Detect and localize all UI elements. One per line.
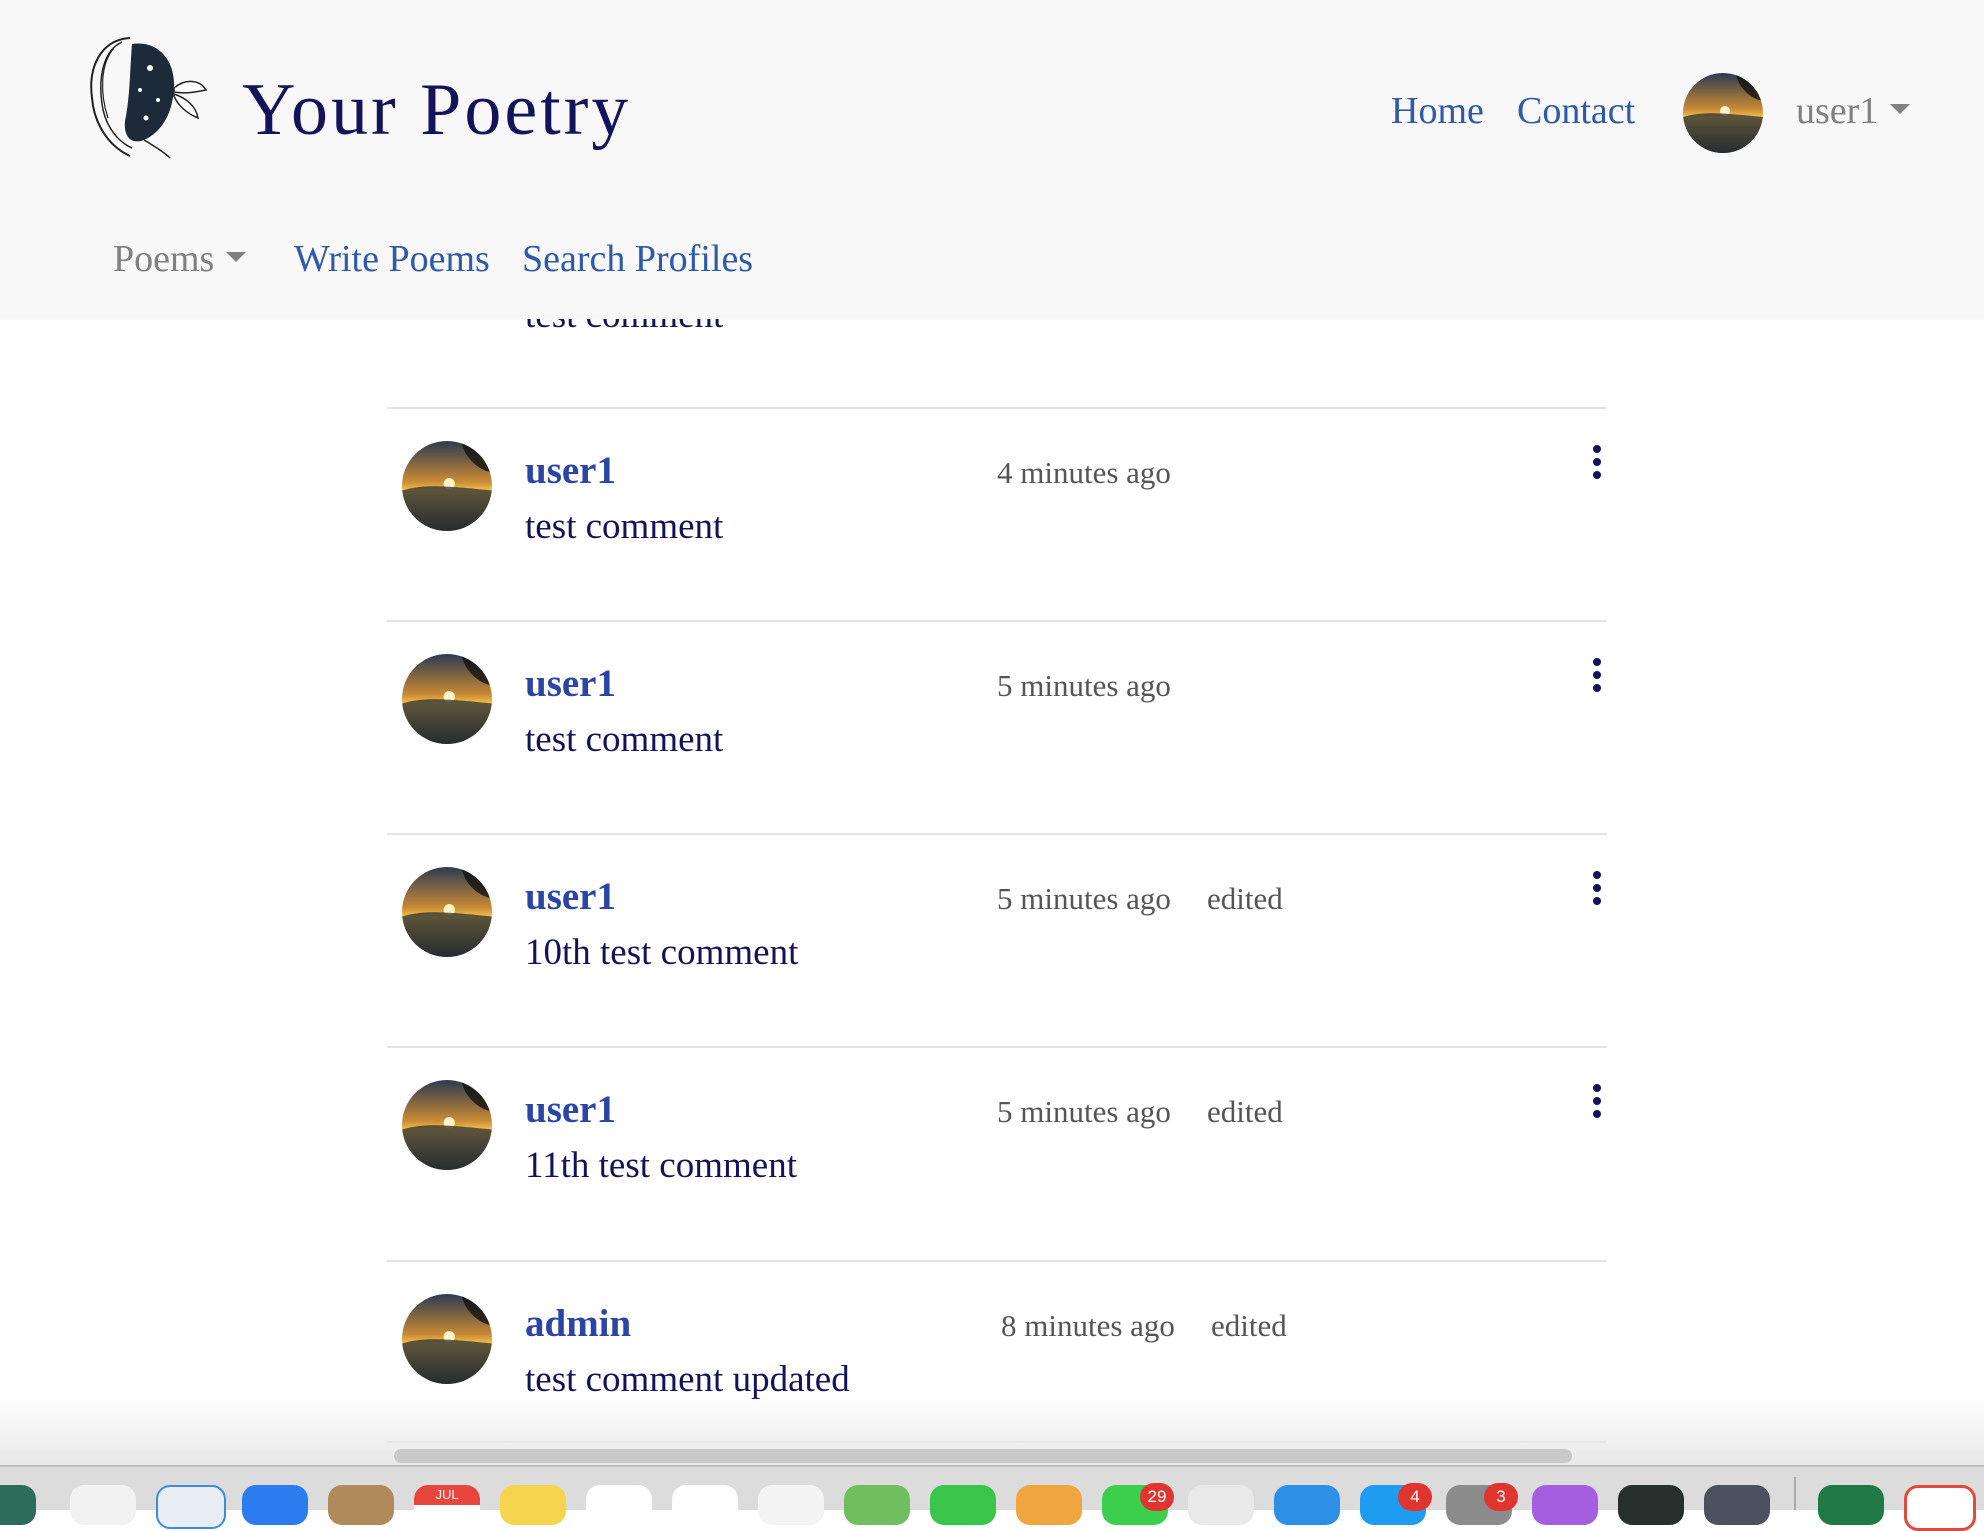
commenter-username-link[interactable]: user1 xyxy=(525,875,616,919)
keynote-icon[interactable] xyxy=(1274,1485,1340,1525)
commenter-avatar[interactable] xyxy=(402,654,492,744)
reminders-icon[interactable] xyxy=(758,1485,824,1525)
commenter-username-link[interactable]: user1 xyxy=(525,449,616,493)
messages-icon[interactable]: 29 xyxy=(1102,1483,1174,1525)
notification-badge: 3 xyxy=(1484,1483,1518,1511)
more-options-icon[interactable] xyxy=(1589,871,1605,915)
sunset-avatar-image xyxy=(402,654,492,744)
comment-text: 11th test comment xyxy=(525,1145,797,1186)
user-menu-label: user1 xyxy=(1796,90,1879,132)
comment-text: 10th test comment xyxy=(525,932,799,973)
comment-text: test comment xyxy=(525,506,724,547)
comment-timestamp: 5 minutes ago xyxy=(997,881,1171,916)
calendar-icon[interactable]: JUL xyxy=(414,1485,480,1525)
contacts-icon[interactable] xyxy=(328,1485,394,1525)
poetry-logo-icon[interactable] xyxy=(70,28,212,166)
notification-badge: 29 xyxy=(1140,1483,1174,1511)
user-menu-dropdown[interactable]: user1 xyxy=(1796,88,1911,134)
calendar-month: JUL xyxy=(414,1485,480,1505)
nav-search-profiles-link[interactable]: Search Profiles xyxy=(522,236,753,282)
app-store-icon[interactable]: 4 xyxy=(1360,1483,1432,1525)
maps-icon[interactable] xyxy=(844,1485,910,1525)
comment-item: user1 5 minutes ago edited 10th test com… xyxy=(387,835,1607,1047)
comment-item: user1 5 minutes ago edited 11th test com… xyxy=(387,1048,1607,1260)
more-options-icon[interactable] xyxy=(1589,658,1605,702)
comment-edited-label: edited xyxy=(1207,1094,1283,1129)
user-avatar[interactable] xyxy=(1683,73,1763,153)
nav-contact-link[interactable]: Contact xyxy=(1517,88,1635,134)
horizontal-scrollbar[interactable] xyxy=(394,1449,1572,1463)
comment-text: test comment xyxy=(525,719,724,760)
sunset-avatar-image xyxy=(402,441,492,531)
sunset-avatar-image xyxy=(402,1080,492,1170)
proxy-app-icon[interactable] xyxy=(1704,1485,1770,1525)
system-settings-icon[interactable]: 3 xyxy=(1446,1483,1518,1525)
excel-icon[interactable] xyxy=(1818,1485,1884,1525)
launchpad-icon[interactable] xyxy=(0,1485,36,1525)
reminders-app-icon[interactable] xyxy=(586,1485,652,1525)
notification-badge: 4 xyxy=(1398,1483,1432,1511)
commenter-username-link[interactable]: user1 xyxy=(525,1088,616,1132)
comment-timestamp: 5 minutes ago xyxy=(997,668,1171,703)
safari-icon[interactable] xyxy=(156,1485,226,1529)
comment-timestamp: 5 minutes ago xyxy=(997,1094,1171,1129)
notes-icon[interactable] xyxy=(500,1485,566,1525)
commenter-avatar[interactable] xyxy=(402,1080,492,1170)
chrome-icon[interactable] xyxy=(1904,1485,1976,1531)
macos-dock: JUL 29 4 3 xyxy=(0,1465,1984,1531)
more-options-icon[interactable] xyxy=(1589,1084,1605,1128)
app-grid-icon[interactable] xyxy=(70,1485,136,1525)
photos-icon[interactable] xyxy=(672,1485,738,1525)
top-navbar: Your Poetry Home Contact user1 Poems Wri… xyxy=(0,0,1984,319)
dock-separator xyxy=(1794,1477,1796,1510)
more-options-icon[interactable] xyxy=(1589,445,1605,489)
comment-item: user1 4 minutes ago test comment xyxy=(387,409,1607,621)
commenter-username-link[interactable]: user1 xyxy=(525,662,616,706)
site-title[interactable]: Your Poetry xyxy=(242,62,631,158)
sunset-avatar-image xyxy=(1683,73,1763,153)
commenter-avatar[interactable] xyxy=(402,441,492,531)
comment-timestamp: 4 minutes ago xyxy=(997,455,1171,490)
commenter-username-link[interactable]: admin xyxy=(525,1302,631,1346)
comment-timestamp: 8 minutes ago xyxy=(1001,1308,1175,1343)
podcasts-icon[interactable] xyxy=(1532,1485,1598,1525)
mail-icon[interactable] xyxy=(242,1485,308,1525)
chevron-down-icon xyxy=(226,252,247,263)
terminal-icon[interactable] xyxy=(1618,1485,1684,1525)
sunset-avatar-image xyxy=(402,1294,492,1384)
commenter-avatar[interactable] xyxy=(402,867,492,957)
nav-home-link[interactable]: Home xyxy=(1391,88,1484,134)
numbers-icon[interactable] xyxy=(1188,1485,1254,1525)
chevron-down-icon xyxy=(1890,104,1911,115)
nav-write-poems-link[interactable]: Write Poems xyxy=(294,236,490,282)
sunset-avatar-image xyxy=(402,867,492,957)
comment-edited-label: edited xyxy=(1207,881,1283,916)
poems-dropdown[interactable]: Poems xyxy=(113,236,247,282)
comment-item: user1 5 minutes ago test comment xyxy=(387,622,1607,834)
pages-icon[interactable] xyxy=(1016,1485,1082,1525)
poems-dropdown-label: Poems xyxy=(113,238,215,280)
commenter-avatar[interactable] xyxy=(402,1294,492,1384)
facetime-icon[interactable] xyxy=(930,1485,996,1525)
comment-edited-label: edited xyxy=(1211,1308,1287,1343)
